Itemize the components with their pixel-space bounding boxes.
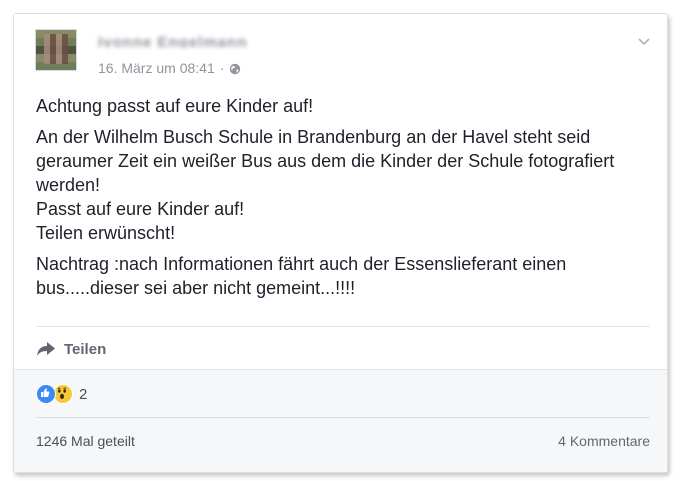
footer-divider xyxy=(36,417,650,418)
author-name[interactable]: Ivonne Engelmann xyxy=(98,34,268,48)
post-text: Achtung passt auf eure Kinder auf! An de… xyxy=(36,94,646,307)
timestamp[interactable]: 16. März um 08:41 xyxy=(98,60,215,76)
post-paragraph: Passt auf eure Kinder auf! xyxy=(36,199,245,219)
like-icon xyxy=(36,384,56,404)
chevron-down-icon[interactable] xyxy=(637,34,651,48)
reactions-summary[interactable]: 2 xyxy=(36,384,87,404)
post-paragraph: An der Wilhelm Busch Schule in Brandenbu… xyxy=(36,127,615,195)
comments-count[interactable]: 4 Kommentare xyxy=(558,433,650,449)
post-paragraph: Achtung passt auf eure Kinder auf! xyxy=(36,96,314,116)
meta-separator: · xyxy=(219,60,225,76)
post-paragraph: Teilen erwünscht! xyxy=(36,223,176,243)
share-arrow-icon xyxy=(37,342,55,356)
share-button[interactable]: Teilen xyxy=(36,339,106,359)
post-footer xyxy=(14,369,667,472)
wow-icon xyxy=(53,384,73,404)
globe-icon[interactable] xyxy=(229,62,241,75)
shares-count[interactable]: 1246 Mal geteilt xyxy=(36,433,135,449)
share-label: Teilen xyxy=(64,340,107,358)
post-card: Ivonne Engelmann 16. März um 08:41 · Ach… xyxy=(13,13,668,473)
post-meta: 16. März um 08:41 · xyxy=(98,59,241,77)
post-paragraph: Nachtrag :nach Informationen fährt auch … xyxy=(36,254,567,298)
avatar[interactable] xyxy=(35,29,77,71)
divider xyxy=(36,326,650,327)
reaction-count[interactable]: 2 xyxy=(79,386,87,403)
